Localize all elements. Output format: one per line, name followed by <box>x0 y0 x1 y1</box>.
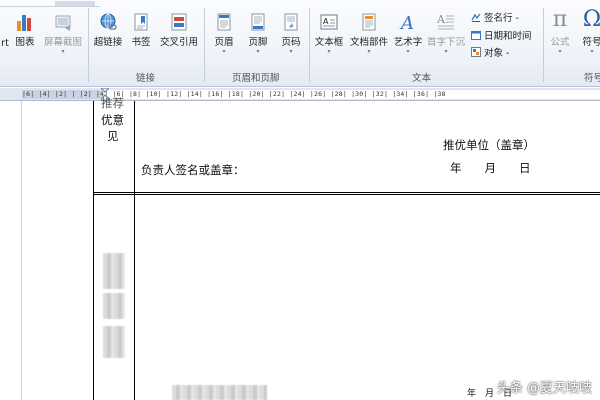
group-label-header-footer: 页眉和页脚 <box>232 73 280 84</box>
date-text: 年 月 日 <box>450 161 531 175</box>
hyperlink-label: 超链接 <box>93 37 123 48</box>
group-separator <box>204 8 205 82</box>
signature-line-button[interactable]: 签名行 - <box>471 10 519 24</box>
header-label: 页眉 <box>214 37 234 48</box>
date-time-button[interactable]: 日期和时间 <box>471 28 532 42</box>
cell-label-line: 推荐 <box>101 96 124 110</box>
table-border <box>134 101 135 400</box>
horizontal-ruler[interactable]: |6| |4| |2| | |2| |4| |6| |8| |10| |12| … <box>0 87 600 102</box>
chevron-down-icon: ▾ <box>289 48 293 55</box>
drop-cap-label: 首字下沉 <box>426 37 465 48</box>
recommend-unit-text: 推优单位（盖章） <box>443 138 535 152</box>
bookmark-icon <box>131 12 151 32</box>
bookmark-label: 书签 <box>131 37 151 48</box>
drop-cap-button[interactable]: A 首字下沉 ▾ <box>426 12 466 55</box>
table-border <box>93 194 600 195</box>
ribbon-tab-strip <box>0 0 100 7</box>
pi-icon: π <box>552 7 568 32</box>
chart-label: 图表 <box>15 37 35 48</box>
signature-line-icon <box>471 12 481 22</box>
quick-parts-icon <box>359 12 379 32</box>
chevron-down-icon: ▾ <box>406 48 410 55</box>
wordart-label: 艺术字 <box>393 37 423 48</box>
page-number-button[interactable]: # 页码 ▾ <box>277 12 305 55</box>
equation-button[interactable]: π 公式 ▾ <box>546 7 574 56</box>
screenshot-label: 屏幕截图 <box>43 37 82 48</box>
group-label-text: 文本 <box>412 73 432 84</box>
cross-reference-icon <box>169 12 189 32</box>
calendar-clock-icon <box>471 30 481 40</box>
redacted-text <box>172 385 267 400</box>
object-button[interactable]: 对象 - <box>471 45 509 59</box>
object-icon <box>471 47 481 57</box>
omega-icon: Ω <box>582 7 600 32</box>
chevron-down-icon: ▾ <box>590 48 594 55</box>
signature-label: 负责人签名或盖章： <box>141 163 245 177</box>
chevron-down-icon: ▾ <box>367 48 371 55</box>
date-time-label: 日期和时间 <box>484 31 532 42</box>
group-separator <box>309 8 310 82</box>
cell-label-line: 见 <box>107 129 119 143</box>
page-number-label: 页码 <box>281 37 301 48</box>
group-separator <box>88 8 89 82</box>
bookmark-button[interactable]: 书签 <box>128 12 154 48</box>
text-box-icon: A <box>319 12 339 32</box>
screenshot-icon <box>53 12 73 32</box>
chevron-down-icon: ▾ <box>256 48 260 55</box>
ribbon: rt 图表 屏幕截图 ▾ 超链接 书签 交叉引用 链接 页眉 ▾ 页脚 ▾ # … <box>0 0 600 87</box>
chart-button[interactable]: 图表 <box>12 12 38 48</box>
chevron-down-icon: ▾ <box>327 48 331 55</box>
chevron-down-icon: ▾ <box>444 48 448 55</box>
footer-button[interactable]: 页脚 ▾ <box>243 12 273 55</box>
signature-line-label: 签名行 - <box>484 13 519 24</box>
header-icon <box>214 12 234 32</box>
chevron-down-icon: ▾ <box>222 48 226 55</box>
chart-icon <box>15 12 35 32</box>
table-border <box>93 101 94 400</box>
watermark: 头条 @夏天吱吱 <box>496 381 592 396</box>
text-box-button[interactable]: A 文本框 ▾ <box>313 12 345 55</box>
cell-label-line: 优意 <box>101 113 124 127</box>
chevron-down-icon: ▾ <box>558 48 562 55</box>
redacted-text <box>103 253 125 289</box>
hyperlink-button[interactable]: 超链接 <box>91 12 125 48</box>
equation-label: 公式 <box>550 37 570 48</box>
svg-text:A: A <box>323 17 329 26</box>
vertical-ruler[interactable] <box>0 101 22 400</box>
wordart-icon: A <box>398 12 418 34</box>
svg-text:A: A <box>436 13 446 26</box>
symbol-label: 符号 <box>582 37 600 48</box>
svg-text:#: # <box>289 23 294 30</box>
object-label: 对象 - <box>484 48 510 59</box>
cross-reference-label: 交叉引用 <box>159 37 198 48</box>
redacted-text <box>103 326 125 358</box>
symbol-button[interactable]: Ω 符号 ▾ <box>578 7 600 56</box>
group-label-links: 链接 <box>136 73 156 84</box>
cross-reference-button[interactable]: 交叉引用 <box>157 12 201 48</box>
chevron-down-icon: ▾ <box>61 48 65 55</box>
wordart-button[interactable]: A 艺术字 ▾ <box>391 12 425 55</box>
partial-left-label: rt <box>1 38 9 49</box>
group-label-symbols: 符号 <box>584 73 600 84</box>
footer-label: 页脚 <box>248 37 268 48</box>
quick-parts-label: 文档部件 <box>349 37 388 48</box>
redacted-text <box>103 293 125 319</box>
quick-parts-button[interactable]: 文档部件 ▾ <box>348 12 390 55</box>
page-number-icon: # <box>281 12 301 32</box>
drop-cap-icon: A <box>436 12 456 32</box>
globe-link-icon <box>98 12 118 32</box>
document-page[interactable]: 推荐 优意 见 推优单位（盖章） 负责人签名或盖章： 年 月 日 年 月 日 头… <box>0 96 600 400</box>
partial-left-button[interactable]: rt <box>0 38 10 49</box>
svg-text:A: A <box>399 13 414 32</box>
group-separator <box>543 8 544 82</box>
text-box-label: 文本框 <box>314 37 344 48</box>
header-button[interactable]: 页眉 ▾ <box>210 12 238 55</box>
screenshot-button[interactable]: 屏幕截图 ▾ <box>40 12 86 55</box>
footer-icon <box>248 12 268 32</box>
table-border <box>93 192 600 193</box>
